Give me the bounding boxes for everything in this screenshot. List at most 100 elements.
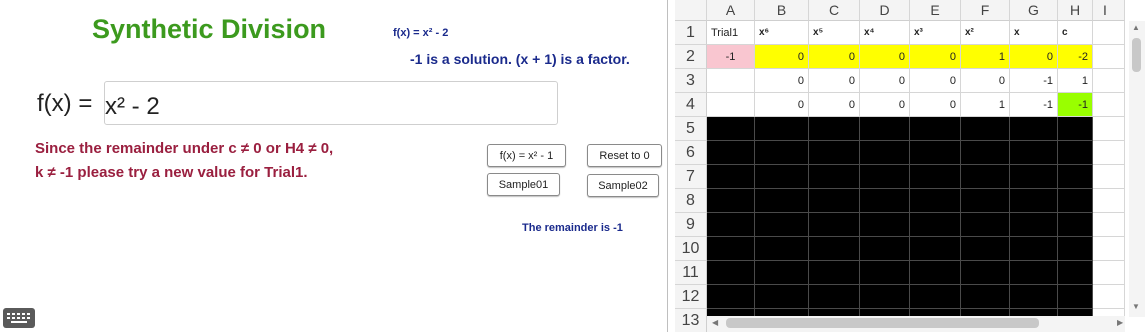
cell-e6[interactable] xyxy=(910,141,961,165)
cell-c6[interactable] xyxy=(809,141,860,165)
cell-a10[interactable] xyxy=(707,237,755,261)
preset-function-button[interactable]: f(x) = x² - 1 xyxy=(487,144,566,167)
cell-i12[interactable] xyxy=(1093,285,1125,309)
cell-d7[interactable] xyxy=(860,165,910,189)
cell-e12[interactable] xyxy=(910,285,961,309)
cell-c9[interactable] xyxy=(809,213,860,237)
cell-e9[interactable] xyxy=(910,213,961,237)
scroll-up-arrow-icon[interactable]: ▲ xyxy=(1132,23,1140,32)
cell-e11[interactable] xyxy=(910,261,961,285)
cell-d12[interactable] xyxy=(860,285,910,309)
cell-h12[interactable] xyxy=(1058,285,1093,309)
cell-f9[interactable] xyxy=(961,213,1010,237)
cell-g4[interactable]: -1 xyxy=(1010,93,1058,117)
cell-a7[interactable] xyxy=(707,165,755,189)
cell-a6[interactable] xyxy=(707,141,755,165)
column-header-h[interactable]: H xyxy=(1058,0,1093,21)
row-header-8[interactable]: 8 xyxy=(675,189,707,213)
cell-e5[interactable] xyxy=(910,117,961,141)
cell-i6[interactable] xyxy=(1093,141,1125,165)
cell-i10[interactable] xyxy=(1093,237,1125,261)
column-header-e[interactable]: E xyxy=(910,0,961,21)
cell-b11[interactable] xyxy=(755,261,809,285)
cell-c10[interactable] xyxy=(809,237,860,261)
cell-d10[interactable] xyxy=(860,237,910,261)
cell-f12[interactable] xyxy=(961,285,1010,309)
cell-f8[interactable] xyxy=(961,189,1010,213)
cell-a1[interactable]: Trial1 xyxy=(707,21,755,45)
row-header-3[interactable]: 3 xyxy=(675,69,707,93)
cell-f2[interactable]: 1 xyxy=(961,45,1010,69)
row-header-1[interactable]: 1 xyxy=(675,21,707,45)
cell-e7[interactable] xyxy=(910,165,961,189)
cell-i1[interactable] xyxy=(1093,21,1125,45)
cell-a4[interactable] xyxy=(707,93,755,117)
cell-g11[interactable] xyxy=(1010,261,1058,285)
cell-c2[interactable]: 0 xyxy=(809,45,860,69)
row-header-13[interactable]: 13 xyxy=(675,309,707,332)
cell-d11[interactable] xyxy=(860,261,910,285)
spreadsheet[interactable]: A B C D E F G H I 1 2 3 4 5 6 7 8 9 10 1… xyxy=(675,0,1125,332)
cell-e2[interactable]: 0 xyxy=(910,45,961,69)
cell-i7[interactable] xyxy=(1093,165,1125,189)
cell-f11[interactable] xyxy=(961,261,1010,285)
cell-h4-remainder[interactable]: -1 xyxy=(1058,93,1093,117)
scroll-right-arrow-icon[interactable]: ▶ xyxy=(1117,318,1123,327)
cell-c3[interactable]: 0 xyxy=(809,69,860,93)
cell-f4[interactable]: 1 xyxy=(961,93,1010,117)
cell-h7[interactable] xyxy=(1058,165,1093,189)
column-header-a[interactable]: A xyxy=(707,0,755,21)
cell-h8[interactable] xyxy=(1058,189,1093,213)
horizontal-scroll-thumb[interactable] xyxy=(726,318,1039,328)
row-header-2[interactable]: 2 xyxy=(675,45,707,69)
cell-d8[interactable] xyxy=(860,189,910,213)
cell-a12[interactable] xyxy=(707,285,755,309)
cell-g8[interactable] xyxy=(1010,189,1058,213)
cell-g10[interactable] xyxy=(1010,237,1058,261)
row-header-6[interactable]: 6 xyxy=(675,141,707,165)
cell-h6[interactable] xyxy=(1058,141,1093,165)
function-input[interactable] xyxy=(104,81,558,125)
cell-a3[interactable] xyxy=(707,69,755,93)
cell-b2[interactable]: 0 xyxy=(755,45,809,69)
pane-divider[interactable] xyxy=(667,0,668,332)
cell-f7[interactable] xyxy=(961,165,1010,189)
scroll-left-arrow-icon[interactable]: ◀ xyxy=(712,318,718,327)
cell-b5[interactable] xyxy=(755,117,809,141)
cell-b10[interactable] xyxy=(755,237,809,261)
row-header-10[interactable]: 10 xyxy=(675,237,707,261)
cell-d3[interactable]: 0 xyxy=(860,69,910,93)
cell-b9[interactable] xyxy=(755,213,809,237)
vertical-scroll-thumb[interactable] xyxy=(1132,38,1141,72)
cell-h10[interactable] xyxy=(1058,237,1093,261)
cell-d6[interactable] xyxy=(860,141,910,165)
cell-i11[interactable] xyxy=(1093,261,1125,285)
cell-b12[interactable] xyxy=(755,285,809,309)
cell-e10[interactable] xyxy=(910,237,961,261)
column-header-i[interactable]: I xyxy=(1093,0,1125,21)
column-header-f[interactable]: F xyxy=(961,0,1010,21)
cell-a5[interactable] xyxy=(707,117,755,141)
cell-d5[interactable] xyxy=(860,117,910,141)
column-header-g[interactable]: G xyxy=(1010,0,1058,21)
cell-c12[interactable] xyxy=(809,285,860,309)
cell-i8[interactable] xyxy=(1093,189,1125,213)
row-header-11[interactable]: 11 xyxy=(675,261,707,285)
cell-c4[interactable]: 0 xyxy=(809,93,860,117)
column-header-d[interactable]: D xyxy=(860,0,910,21)
cell-h1[interactable]: c xyxy=(1058,21,1093,45)
cell-a2-trial[interactable]: -1 xyxy=(707,45,755,69)
cell-h9[interactable] xyxy=(1058,213,1093,237)
cell-f1[interactable]: x² xyxy=(961,21,1010,45)
cell-f10[interactable] xyxy=(961,237,1010,261)
cell-d4[interactable]: 0 xyxy=(860,93,910,117)
cell-g2[interactable]: 0 xyxy=(1010,45,1058,69)
cell-i2[interactable] xyxy=(1093,45,1125,69)
cell-g1[interactable]: x xyxy=(1010,21,1058,45)
cell-f6[interactable] xyxy=(961,141,1010,165)
cell-b3[interactable]: 0 xyxy=(755,69,809,93)
row-header-12[interactable]: 12 xyxy=(675,285,707,309)
cell-a11[interactable] xyxy=(707,261,755,285)
row-header-7[interactable]: 7 xyxy=(675,165,707,189)
cell-b7[interactable] xyxy=(755,165,809,189)
